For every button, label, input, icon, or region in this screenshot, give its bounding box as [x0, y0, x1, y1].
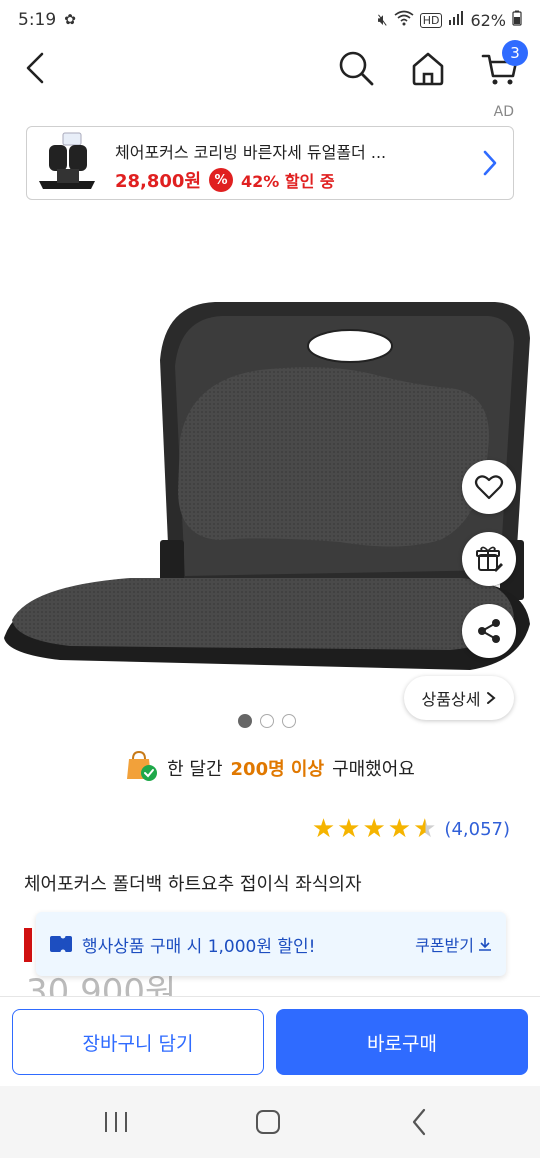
- signal-icon: [448, 10, 464, 30]
- star-icon: ★: [387, 814, 412, 844]
- wishlist-button[interactable]: [462, 460, 516, 514]
- coupon-banner[interactable]: 행사상품 구매 시 1,000원 할인! 쿠폰받기: [36, 912, 506, 976]
- ad-banner[interactable]: 체어포커스 코리빙 바른자세 듀얼폴더 ... 28,800원 % 42% 할인…: [26, 126, 514, 200]
- recent-apps-icon: [105, 1112, 127, 1132]
- buy-now-button[interactable]: 바로구매: [276, 1009, 528, 1075]
- star-icon: ★: [362, 814, 386, 844]
- chevron-left-icon: [26, 52, 44, 84]
- purchase-count: 200명 이상: [230, 759, 325, 780]
- star-icon: ★: [337, 814, 361, 844]
- heart-icon: [474, 475, 504, 500]
- ad-label: AD: [493, 104, 514, 120]
- home-button[interactable]: [408, 48, 448, 88]
- ad-title: 체어포커스 코리빙 바른자세 듀얼폴더 ...: [115, 143, 387, 162]
- coupon-action-label: 쿠폰받기: [415, 936, 474, 955]
- status-time: 5:19: [18, 10, 57, 30]
- mute-icon: 🔇︎: [377, 10, 388, 29]
- product-title: 체어포커스 폴더백 하트요추 접이식 좌식의자: [24, 874, 362, 895]
- ad-price: 28,800원: [115, 171, 202, 192]
- back-system-button[interactable]: [402, 1104, 438, 1140]
- back-arrow-icon: [412, 1108, 426, 1136]
- add-to-cart-button[interactable]: 장바구니 담기: [12, 1009, 264, 1075]
- price-marker: [24, 928, 32, 962]
- hd-badge: HD: [419, 12, 443, 28]
- status-bar: 5:19 ✿ 🔇︎ HD 62%: [0, 0, 540, 40]
- home-system-button[interactable]: [250, 1104, 286, 1140]
- carousel-dot[interactable]: [238, 714, 252, 728]
- system-nav-bar: [0, 1086, 540, 1158]
- top-nav: 3: [0, 40, 540, 96]
- coupon-text: 행사상품 구매 시 1,000원 할인!: [82, 936, 316, 957]
- discount-icon: %: [209, 168, 234, 192]
- status-right: 🔇︎ HD 62%: [378, 10, 522, 30]
- carousel-dot[interactable]: [282, 714, 296, 728]
- cart-count-badge: 3: [502, 40, 528, 66]
- gift-icon: [476, 546, 503, 572]
- purchase-suffix: 구매했어요: [332, 759, 415, 780]
- half-star-icon: ★: [413, 814, 437, 844]
- battery-icon: [512, 10, 522, 30]
- chevron-right-icon: [487, 692, 496, 704]
- carousel-indicator: [238, 714, 296, 728]
- purchase-info: 한 달간 200명 이상 구매했어요: [0, 748, 540, 788]
- chevron-right-icon: [481, 149, 499, 177]
- coupon-download-button[interactable]: 쿠폰받기: [415, 932, 492, 956]
- home-square-icon: [256, 1110, 280, 1134]
- gift-button[interactable]: [462, 532, 516, 586]
- product-detail-label: 상품상세: [421, 690, 481, 709]
- product-detail-button[interactable]: 상품상세: [404, 676, 514, 720]
- ad-discount: 42% 할인 중: [241, 172, 335, 191]
- coupon-icon: [50, 933, 72, 955]
- review-count[interactable]: (4,057): [444, 819, 510, 840]
- carousel-dot[interactable]: [260, 714, 274, 728]
- share-icon: [478, 619, 500, 643]
- recent-apps-button[interactable]: [98, 1104, 134, 1140]
- back-button[interactable]: [18, 48, 54, 88]
- star-icon: ★: [311, 814, 336, 844]
- bottom-action-bar: 장바구니 담기 바로구매: [0, 996, 540, 1086]
- notification-icon: ✿: [64, 12, 76, 28]
- purchase-prefix: 한 달간: [167, 759, 223, 780]
- product-image[interactable]: [0, 290, 540, 690]
- download-icon: [479, 938, 491, 951]
- battery-level: 62%: [470, 10, 506, 30]
- ad-product-thumbnail: [33, 131, 105, 197]
- search-icon: [339, 51, 374, 86]
- status-left: 5:19 ✿: [18, 10, 76, 30]
- wifi-icon: [394, 10, 414, 30]
- shopping-bag-icon: [125, 749, 159, 788]
- cart-button[interactable]: 3: [480, 40, 528, 88]
- share-button[interactable]: [462, 604, 516, 658]
- search-button[interactable]: [336, 48, 376, 88]
- rating-row[interactable]: ★ ★ ★ ★ ★ (4,057): [312, 816, 510, 842]
- home-icon: [412, 52, 444, 86]
- ad-price-row: 28,800원 % 42% 할인 중: [115, 167, 335, 193]
